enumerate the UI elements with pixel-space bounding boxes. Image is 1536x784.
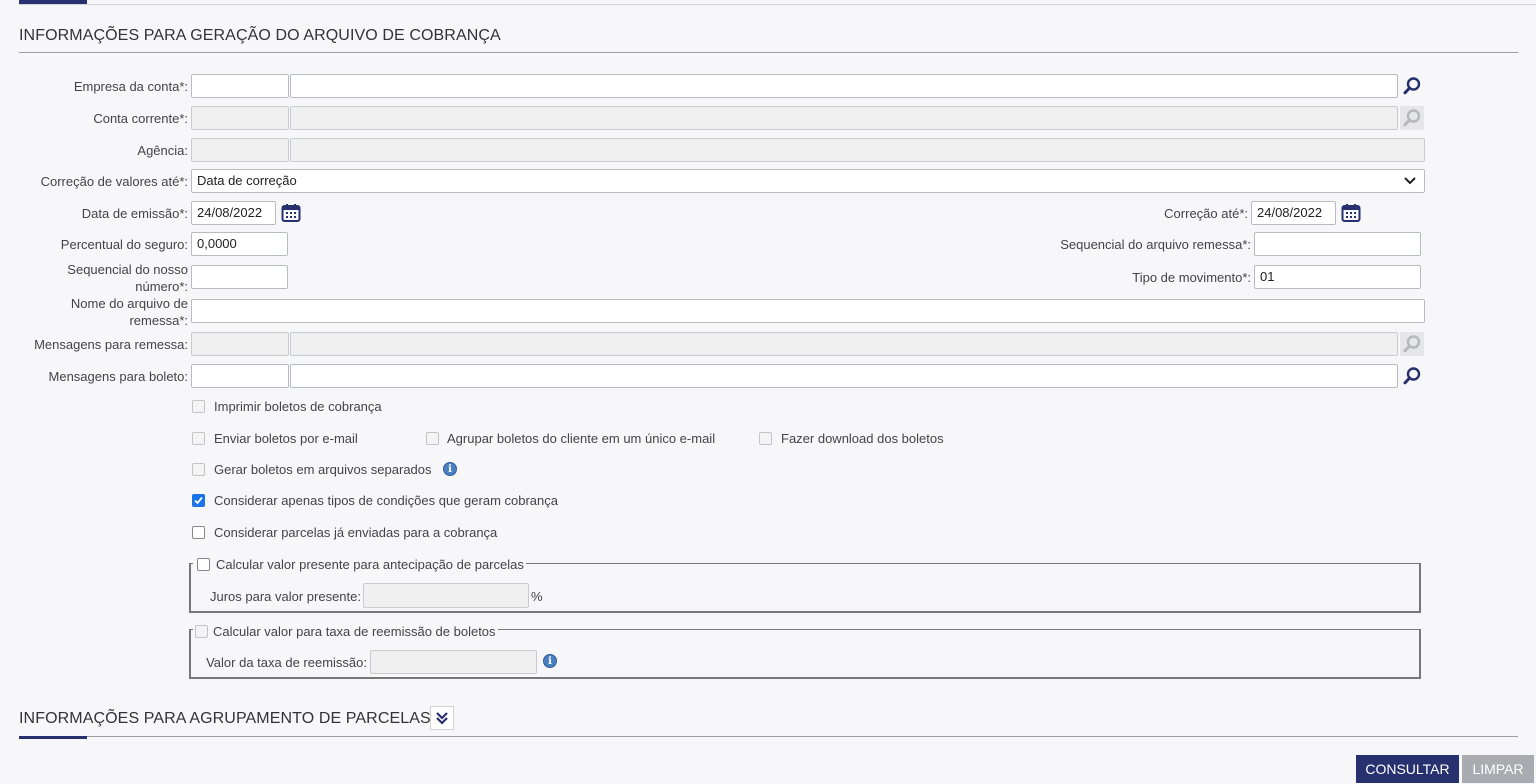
valor-presente-checkbox[interactable]: [197, 558, 210, 572]
seq-remessa-label: Sequencial do arquivo remessa*:: [1060, 237, 1251, 252]
agencia-code-input: [191, 138, 289, 162]
enviar-email-label: Enviar boletos por e-mail: [214, 431, 358, 446]
valor-presente-legend-text: Calcular valor presente para antecipação…: [216, 557, 524, 573]
limpar-button[interactable]: LIMPAR: [1462, 755, 1534, 783]
check-icon: [194, 496, 203, 505]
correcao-ate-calendar-button[interactable]: [1339, 201, 1363, 225]
seq-nosso-label: Sequencial do nosso número*:: [10, 262, 188, 294]
taxa-reemissao-legend-text: Calcular valor para taxa de reemissão de…: [213, 624, 496, 640]
msg-boleto-search-button[interactable]: [1400, 364, 1424, 388]
search-icon: [1403, 367, 1421, 385]
msg-remessa-code-input: [191, 332, 289, 356]
conta-label: Conta corrente*:: [93, 111, 188, 126]
empresa-code-input[interactable]: [191, 74, 289, 98]
taxa-reemissao-checkbox[interactable]: [195, 625, 208, 639]
imprimir-label: Imprimir boletos de cobrança: [214, 399, 382, 414]
conta-search-button: [1400, 106, 1424, 130]
data-emissao-label: Data de emissão*:: [81, 206, 188, 221]
correcao-ate-input[interactable]: 24/08/2022: [1251, 201, 1336, 225]
considerar-parcelas-checkbox[interactable]: [192, 526, 205, 539]
agrupar-label: Agrupar boletos do cliente em um único e…: [447, 431, 716, 446]
seq-remessa-input[interactable]: [1254, 232, 1421, 256]
section-divider: [19, 736, 1518, 737]
considerar-parcelas-label: Considerar parcelas já enviadas para a c…: [214, 525, 498, 540]
download-label: Fazer download dos boletos: [781, 431, 944, 446]
seq-nosso-label-line2: número*:: [135, 279, 188, 294]
section-accent: [19, 736, 87, 739]
nome-arquivo-label-line2: remessa*:: [129, 313, 188, 328]
correcao-select[interactable]: Data de correção: [191, 169, 1425, 193]
correcao-label: Correção de valores até*:: [40, 174, 188, 189]
separados-label: Gerar boletos em arquivos separados: [214, 462, 432, 477]
search-icon: [1403, 109, 1421, 127]
calendar-icon: [281, 204, 301, 222]
correcao-select-value: Data de correção: [197, 173, 297, 188]
agrupar-checkbox[interactable]: [426, 432, 439, 445]
seq-nosso-label-line1: Sequencial do nosso: [67, 262, 188, 277]
double-chevron-down-icon: [436, 712, 448, 725]
consultar-button[interactable]: CONSULTAR: [1356, 755, 1459, 783]
seq-nosso-input[interactable]: [191, 265, 288, 289]
percentual-input[interactable]: 0,0000: [191, 232, 288, 256]
data-emissao-input[interactable]: 24/08/2022: [191, 201, 276, 225]
section-title-agrupamento: INFORMAÇÕES PARA AGRUPAMENTO DE PARCELAS: [19, 710, 431, 727]
conta-name-input: [290, 106, 1398, 130]
separados-checkbox[interactable]: [192, 463, 205, 476]
percentual-label: Percentual do seguro:: [60, 237, 188, 252]
empresa-label: Empresa da conta*:: [73, 79, 188, 94]
msg-boleto-label: Mensagens para boleto:: [48, 369, 188, 384]
enviar-email-checkbox[interactable]: [192, 432, 205, 445]
calendar-icon: [1341, 204, 1361, 222]
juros-label: Juros para valor presente:: [209, 589, 361, 604]
msg-remessa-name-input: [290, 332, 1398, 356]
search-icon: [1403, 335, 1421, 353]
valor-presente-legend: Calcular valor presente para antecipação…: [193, 556, 526, 573]
correcao-ate-label: Correção até*:: [1164, 206, 1248, 221]
nome-arquivo-label-line1: Nome do arquivo de: [70, 296, 188, 311]
msg-boleto-code-input[interactable]: [191, 364, 289, 388]
section-title-cobranca: INFORMAÇÕES PARA GERAÇÃO DO ARQUIVO DE C…: [19, 27, 501, 44]
data-emissao-calendar-button[interactable]: [279, 201, 303, 225]
agencia-label: Agência:: [137, 143, 188, 158]
taxa-info-icon[interactable]: i: [543, 654, 557, 668]
considerar-tipos-checkbox[interactable]: [192, 494, 205, 507]
tipo-mov-input[interactable]: 01: [1254, 265, 1421, 289]
conta-code-input: [191, 106, 289, 130]
chevron-down-icon: [1404, 177, 1416, 185]
msg-boleto-name-input[interactable]: [290, 364, 1398, 388]
taxa-valor-label: Valor da taxa de reemissão:: [206, 655, 367, 670]
separados-info-icon[interactable]: i: [443, 462, 457, 476]
tipo-mov-label: Tipo de movimento*:: [1132, 270, 1251, 285]
empresa-search-button[interactable]: [1400, 74, 1424, 98]
agencia-name-input: [290, 138, 1425, 162]
juros-unit: %: [531, 589, 543, 604]
taxa-valor-input: [370, 650, 537, 674]
section-divider: [19, 52, 1518, 53]
top-line: [19, 4, 1536, 5]
juros-input: [363, 583, 529, 608]
search-icon: [1403, 77, 1421, 95]
imprimir-checkbox[interactable]: [192, 400, 205, 413]
msg-remessa-search-button: [1400, 332, 1424, 356]
nome-arquivo-label: Nome do arquivo de remessa*:: [10, 296, 188, 328]
nome-arquivo-input[interactable]: [191, 299, 1425, 323]
considerar-tipos-label: Considerar apenas tipos de condições que…: [214, 493, 558, 508]
empresa-name-input[interactable]: [290, 74, 1398, 98]
msg-remessa-label: Mensagens para remessa:: [34, 337, 188, 352]
taxa-reemissao-legend: Calcular valor para taxa de reemissão de…: [193, 623, 498, 640]
download-checkbox[interactable]: [759, 432, 772, 445]
expand-agrupamento-button[interactable]: [430, 706, 454, 730]
